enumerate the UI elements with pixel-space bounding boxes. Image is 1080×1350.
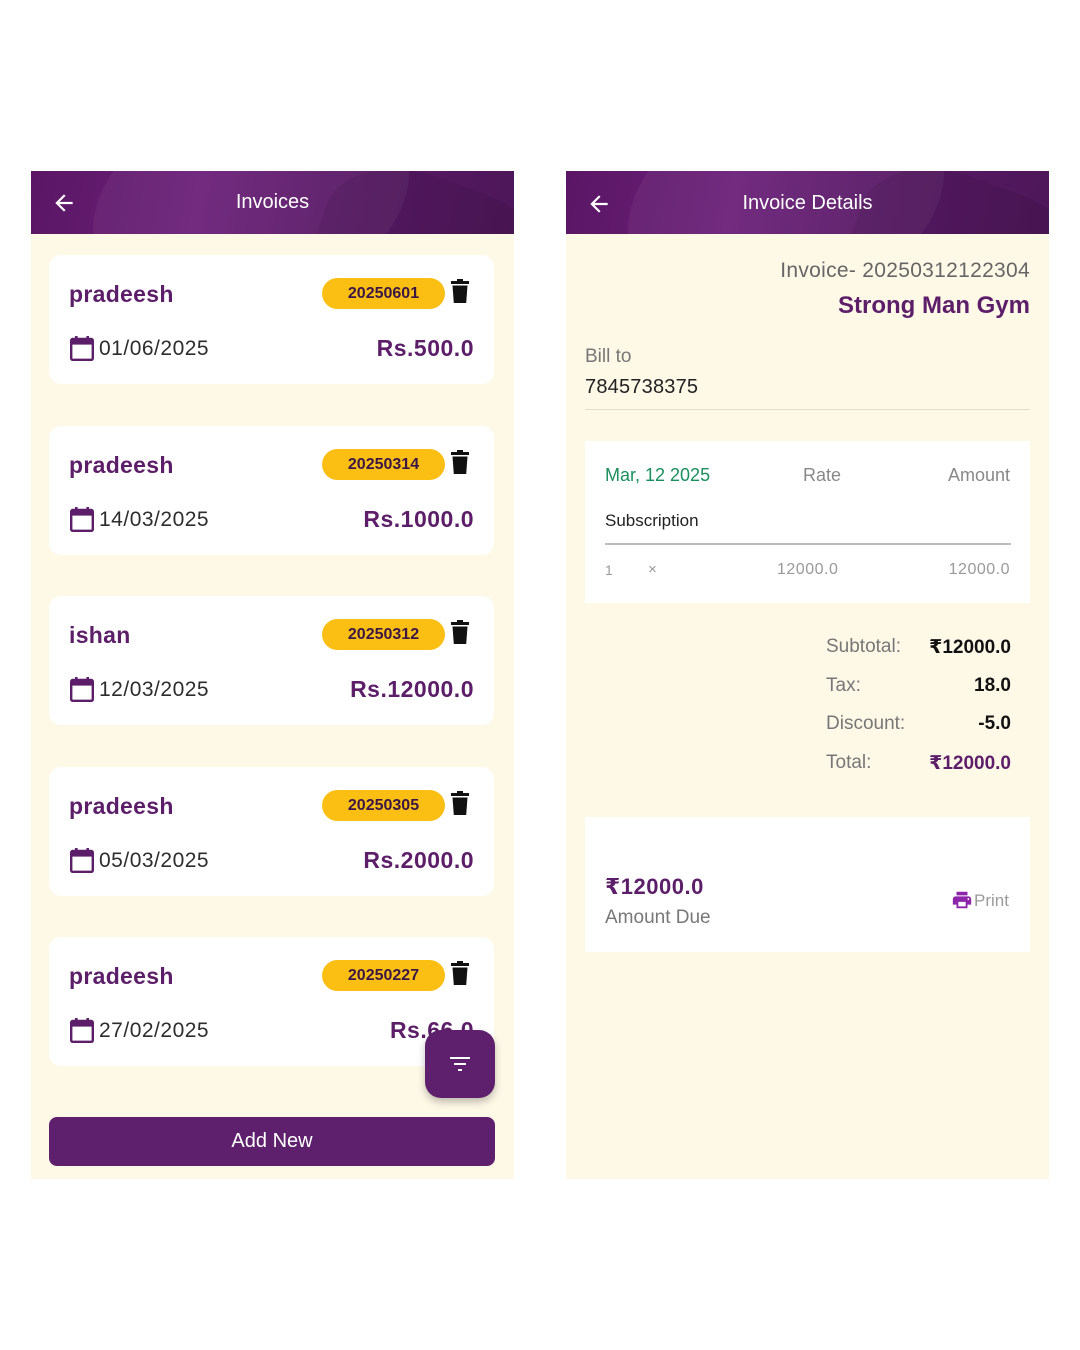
trash-icon[interactable] [451, 791, 469, 816]
amount-column-header: Amount [947, 465, 1010, 485]
invoice-number-badge: 20250601 [322, 278, 445, 309]
trash-icon[interactable] [451, 620, 469, 645]
invoice-number-badge: 20250312 [322, 619, 445, 650]
total-value: ₹12000.0 [929, 753, 1011, 774]
rate-column-header: Rate [803, 465, 842, 485]
invoice-date: 01/06/2025 [99, 337, 210, 360]
invoice-card[interactable]: ishan 20250312 12/03/2025 Rs.12000.0 [49, 596, 494, 725]
print-label: Print [974, 891, 1009, 910]
invoice-amount: Rs.12000.0 [350, 676, 474, 702]
subtotal-label: Subtotal: [826, 636, 901, 657]
amount-due-card: ₹12000.0 Amount Due Print [585, 817, 1030, 952]
line-item-name: Subscription [605, 511, 699, 530]
calendar-icon [70, 507, 95, 532]
items-date: Mar, 12 2025 [605, 465, 711, 485]
amount-due-value: ₹12000.0 [605, 874, 704, 899]
line-items-card: Mar, 12 2025 Rate Amount Subscription 1 … [585, 441, 1030, 603]
line-item-rate: 12000.0 [777, 561, 839, 578]
calendar-icon [70, 1018, 95, 1043]
subtotal-value: ₹12000.0 [929, 637, 1011, 658]
calendar-icon [70, 848, 95, 873]
customer-name: pradeesh [69, 963, 174, 989]
page-title: Invoices [235, 191, 310, 213]
line-item-divider [605, 543, 1011, 545]
trash-icon[interactable] [451, 961, 469, 986]
invoice-amount: Rs.1000.0 [363, 506, 474, 532]
invoice-details-screen: Invoice Details Invoice- 20250312122304 … [566, 171, 1049, 1179]
invoice-number-badge: 20250314 [322, 449, 445, 480]
tax-label: Tax: [826, 675, 861, 696]
details-app-bar: Invoice Details [566, 171, 1049, 234]
bill-to-phone: 7845738375 [585, 376, 699, 398]
invoices-screen: Invoices pradeesh 20250601 01/06/2025 Rs… [31, 171, 514, 1179]
customer-name: pradeesh [69, 281, 174, 307]
add-new-button[interactable]: Add New [49, 1117, 495, 1166]
invoice-amount: Rs.500.0 [376, 335, 474, 361]
invoice-number-badge: 20250305 [322, 790, 445, 821]
customer-name: pradeesh [69, 793, 174, 819]
filter-button[interactable] [425, 1030, 495, 1098]
trash-icon[interactable] [451, 450, 469, 475]
invoice-number: Invoice- 20250312122304 [780, 259, 1030, 282]
discount-label: Discount: [826, 713, 906, 734]
invoice-card[interactable]: pradeesh 20250314 14/03/2025 Rs.1000.0 [49, 426, 494, 555]
calendar-icon [70, 336, 95, 361]
invoice-date: 12/03/2025 [99, 678, 210, 701]
invoice-amount: Rs.2000.0 [363, 847, 474, 873]
filter-icon [450, 1057, 470, 1071]
customer-name: pradeesh [69, 452, 174, 478]
invoice-number-badge: 20250227 [322, 960, 445, 991]
amount-due-label: Amount Due [605, 907, 711, 928]
divider [585, 409, 1030, 410]
customer-name: ishan [69, 622, 131, 648]
bill-to-label: Bill to [585, 346, 632, 367]
trash-icon[interactable] [451, 279, 469, 304]
discount-value: -5.0 [978, 713, 1011, 734]
line-item-quantity: 1 [605, 562, 613, 578]
invoice-date: 05/03/2025 [99, 849, 210, 872]
invoice-card[interactable]: pradeesh 20250305 05/03/2025 Rs.2000.0 [49, 767, 494, 896]
business-name: Strong Man Gym [837, 292, 1030, 319]
invoices-app-bar: Invoices [31, 171, 514, 234]
calendar-icon [70, 677, 95, 702]
page-title: Invoice Details [742, 192, 873, 214]
invoice-date: 14/03/2025 [99, 508, 210, 531]
multiply-sign: × [648, 561, 657, 578]
printer-icon [952, 891, 972, 909]
tax-value: 18.0 [974, 675, 1011, 696]
invoice-date: 27/02/2025 [99, 1019, 210, 1042]
total-label: Total: [826, 752, 872, 773]
invoice-card[interactable]: pradeesh 20250601 01/06/2025 Rs.500.0 [49, 255, 494, 384]
line-item-amount: 12000.0 [948, 561, 1010, 578]
